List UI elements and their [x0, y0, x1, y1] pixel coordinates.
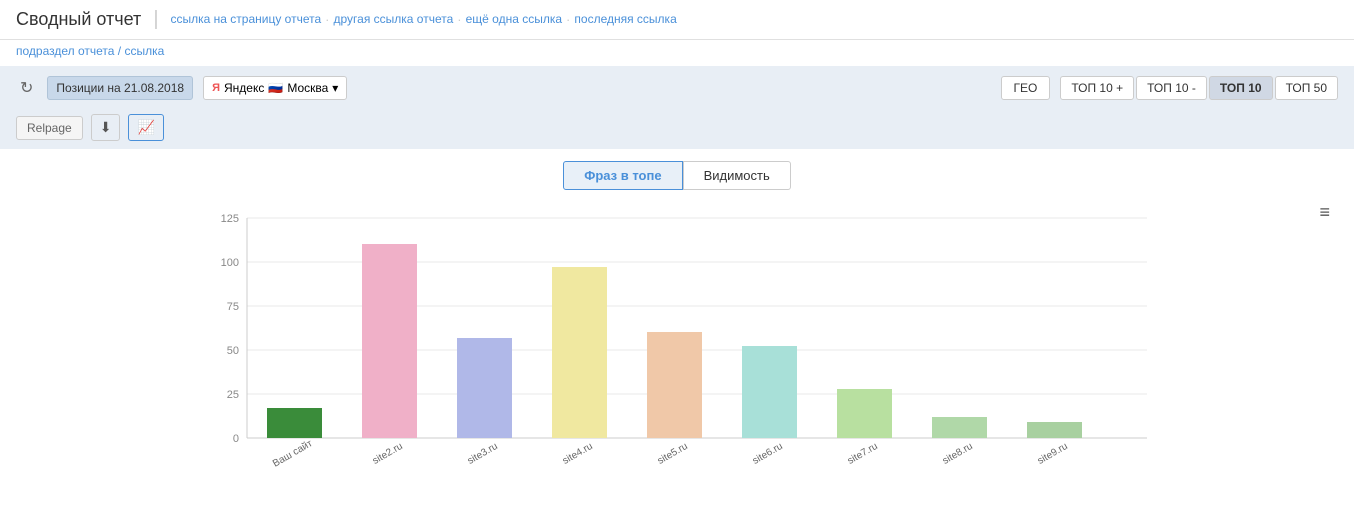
- svg-text:site3.ru: site3.ru: [466, 441, 500, 467]
- bar-chart-svg: 125 100 75 50 25 0 Ваш: [20, 198, 1334, 478]
- toolbar-row2: Relpage ⬇ 📈: [16, 114, 164, 141]
- svg-text:site9.ru: site9.ru: [1036, 441, 1070, 467]
- top50-button[interactable]: ТОП 50: [1275, 76, 1338, 100]
- region-flag: 🇷🇺: [268, 81, 283, 95]
- svg-text:Ваш сайт: Ваш сайт: [271, 438, 315, 470]
- sub-breadcrumb: подраздел отчета / ссылка: [0, 40, 1354, 66]
- region-label: Москва: [287, 81, 328, 95]
- refresh-button[interactable]: ↻: [16, 74, 37, 102]
- yandex-logo: Я: [212, 82, 220, 94]
- svg-text:site5.ru: site5.ru: [656, 441, 690, 467]
- top10plus-button[interactable]: ТОП 10 +: [1060, 76, 1134, 100]
- date-selector[interactable]: Позиции на 21.08.2018: [47, 76, 193, 100]
- breadcrumb-link-1[interactable]: ссылка на страницу отчета: [171, 12, 322, 27]
- tabs-row: Фраз в топе Видимость: [0, 149, 1354, 198]
- svg-text:site8.ru: site8.ru: [941, 441, 975, 467]
- svg-text:100: 100: [221, 257, 239, 269]
- top10-button[interactable]: ТОП 10: [1209, 76, 1273, 100]
- chevron-down-icon: ▾: [332, 81, 338, 95]
- sub-breadcrumb-link[interactable]: подраздел отчета / ссылка: [16, 44, 164, 58]
- bar-1[interactable]: [362, 244, 417, 438]
- search-engine-label: Яндекс: [224, 81, 264, 95]
- relpage-button[interactable]: Relpage: [16, 116, 83, 140]
- chart-view-button[interactable]: 📈: [128, 114, 163, 141]
- page-title: Сводный отчет: [16, 9, 141, 30]
- breadcrumb-link-4[interactable]: последняя ссылка: [574, 12, 676, 27]
- svg-text:site4.ru: site4.ru: [561, 441, 595, 467]
- svg-text:75: 75: [227, 301, 239, 313]
- geo-button[interactable]: ГЕО: [1001, 76, 1051, 100]
- bar-8[interactable]: [1027, 422, 1082, 438]
- bar-7[interactable]: [932, 417, 987, 438]
- tab-visibility[interactable]: Видимость: [683, 161, 791, 190]
- bar-6[interactable]: [837, 389, 892, 438]
- bar-5[interactable]: [742, 346, 797, 438]
- top10minus-button[interactable]: ТОП 10 -: [1136, 76, 1207, 100]
- tab-phrases[interactable]: Фраз в топе: [563, 161, 682, 190]
- bar-4[interactable]: [647, 332, 702, 438]
- bar-2[interactable]: [457, 338, 512, 438]
- svg-text:site6.ru: site6.ru: [751, 441, 785, 467]
- svg-text:50: 50: [227, 345, 239, 357]
- top-button-group: ТОП 10 + ТОП 10 - ТОП 10 ТОП 50: [1060, 76, 1338, 100]
- chart-container: ≡ 125 100 75 50 25 0: [0, 198, 1354, 498]
- svg-text:site2.ru: site2.ru: [371, 441, 405, 467]
- header-bar: Сводный отчет | ссылка на страницу отчет…: [0, 0, 1354, 40]
- bar-3[interactable]: [552, 267, 607, 438]
- svg-text:25: 25: [227, 389, 239, 401]
- bar-0[interactable]: [267, 408, 322, 438]
- svg-text:0: 0: [233, 433, 239, 445]
- header-divider: |: [153, 8, 158, 31]
- toolbar: ↻ Позиции на 21.08.2018 Я Яндекс 🇷🇺 Моск…: [0, 66, 1354, 149]
- search-engine-selector[interactable]: Я Яндекс 🇷🇺 Москва ▾: [203, 76, 347, 100]
- breadcrumb-link-2[interactable]: другая ссылка отчета: [334, 12, 454, 27]
- download-button[interactable]: ⬇: [91, 114, 121, 141]
- svg-text:site7.ru: site7.ru: [846, 441, 880, 467]
- chart-area: 125 100 75 50 25 0 Ваш: [20, 198, 1334, 478]
- toolbar-row1: ↻ Позиции на 21.08.2018 Я Яндекс 🇷🇺 Моск…: [16, 74, 1338, 102]
- breadcrumb-link-3[interactable]: ещё одна ссылка: [466, 12, 562, 27]
- breadcrumbs: ссылка на страницу отчета · другая ссылк…: [171, 12, 1338, 27]
- svg-text:125: 125: [221, 213, 239, 225]
